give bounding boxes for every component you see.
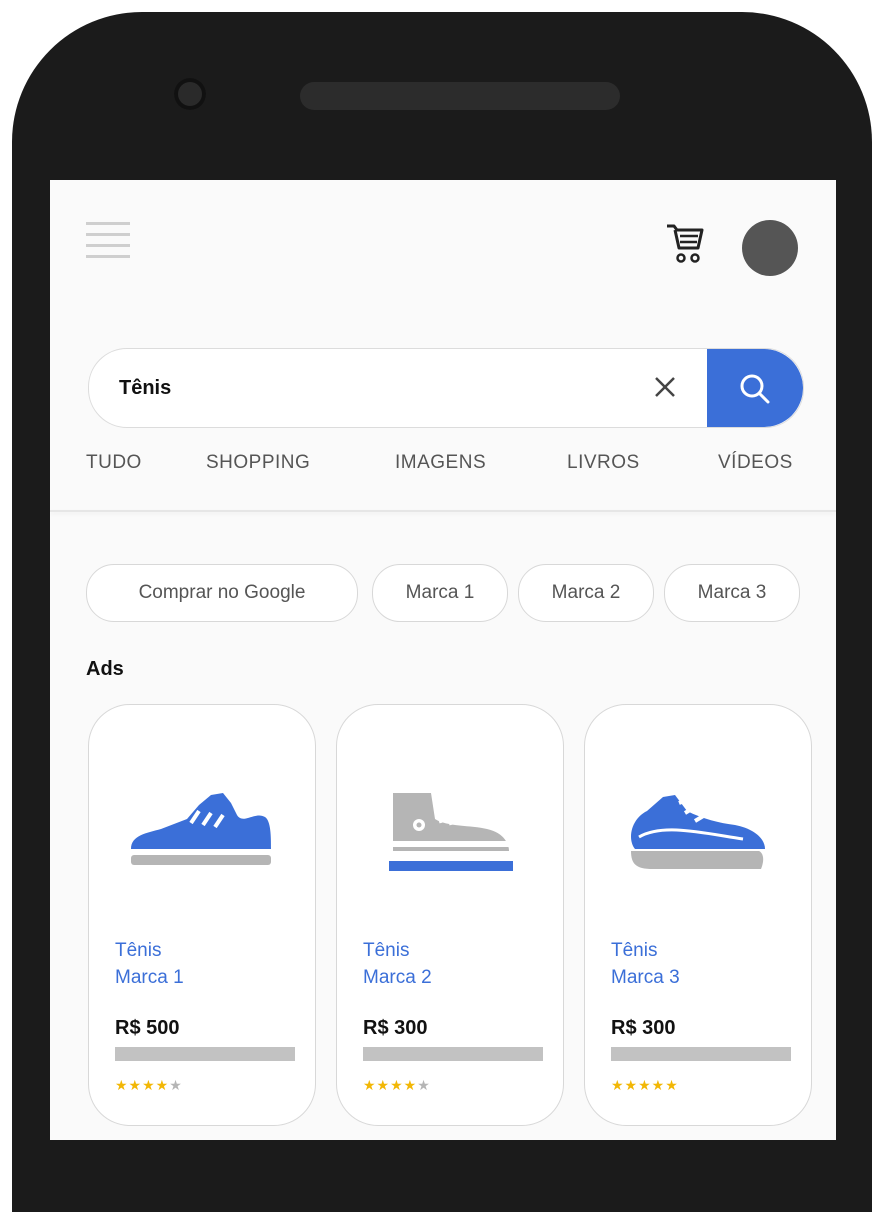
running-shoe-icon <box>631 795 765 869</box>
search-button[interactable] <box>707 349 803 427</box>
search-tabs: TUDO SHOPPING IMAGENS LIVROS VÍDEOS <box>86 452 806 482</box>
placeholder-bar <box>611 1047 791 1061</box>
sneaker-icon <box>131 793 271 865</box>
product-card[interactable]: Tênis Marca 2 R$ 300 ★★★★★ <box>336 704 564 1126</box>
camera <box>174 78 206 110</box>
product-price: R$ 500 <box>115 1017 180 1039</box>
chip-marca-2[interactable]: Marca 2 <box>518 564 654 622</box>
rating-stars: ★★★★★ <box>363 1077 431 1093</box>
chip-comprar-no-google[interactable]: Comprar no Google <box>86 564 358 622</box>
tab-shopping[interactable]: SHOPPING <box>206 452 310 474</box>
tab-videos[interactable]: VÍDEOS <box>718 452 793 474</box>
ads-label: Ads <box>86 658 124 680</box>
tab-livros[interactable]: LIVROS <box>567 452 640 474</box>
app-screen: Tênis TUDO SHOPPING IMAGENS LIVROS VÍDEO… <box>50 180 836 1140</box>
tab-tudo[interactable]: TUDO <box>86 452 142 474</box>
product-price: R$ 300 <box>611 1017 676 1039</box>
search-input[interactable]: Tênis <box>119 349 171 427</box>
tabs-divider <box>50 510 836 512</box>
search-icon <box>740 374 770 404</box>
product-name[interactable]: Tênis Marca 1 <box>115 937 184 991</box>
avatar[interactable] <box>742 220 798 276</box>
speaker <box>300 82 620 110</box>
placeholder-bar <box>115 1047 295 1061</box>
tab-imagens[interactable]: IMAGENS <box>395 452 486 474</box>
chip-marca-3[interactable]: Marca 3 <box>664 564 800 622</box>
product-name[interactable]: Tênis Marca 2 <box>363 937 432 991</box>
chip-marca-1[interactable]: Marca 1 <box>372 564 508 622</box>
search-bar[interactable]: Tênis <box>88 348 804 428</box>
shopping-cart-icon[interactable] <box>664 222 706 266</box>
product-card[interactable]: Tênis Marca 3 R$ 300 ★★★★★ <box>584 704 812 1126</box>
rating-stars: ★★★★★ <box>115 1077 183 1093</box>
product-card[interactable]: Tênis Marca 1 R$ 500 ★★★★★ <box>88 704 316 1126</box>
high-top-sneaker-icon <box>389 793 513 871</box>
placeholder-bar <box>363 1047 543 1061</box>
rating-stars: ★★★★★ <box>611 1077 679 1093</box>
product-price: R$ 300 <box>363 1017 428 1039</box>
product-name[interactable]: Tênis Marca 3 <box>611 937 680 991</box>
close-icon[interactable] <box>649 371 681 403</box>
hamburger-menu-icon[interactable] <box>86 222 130 266</box>
